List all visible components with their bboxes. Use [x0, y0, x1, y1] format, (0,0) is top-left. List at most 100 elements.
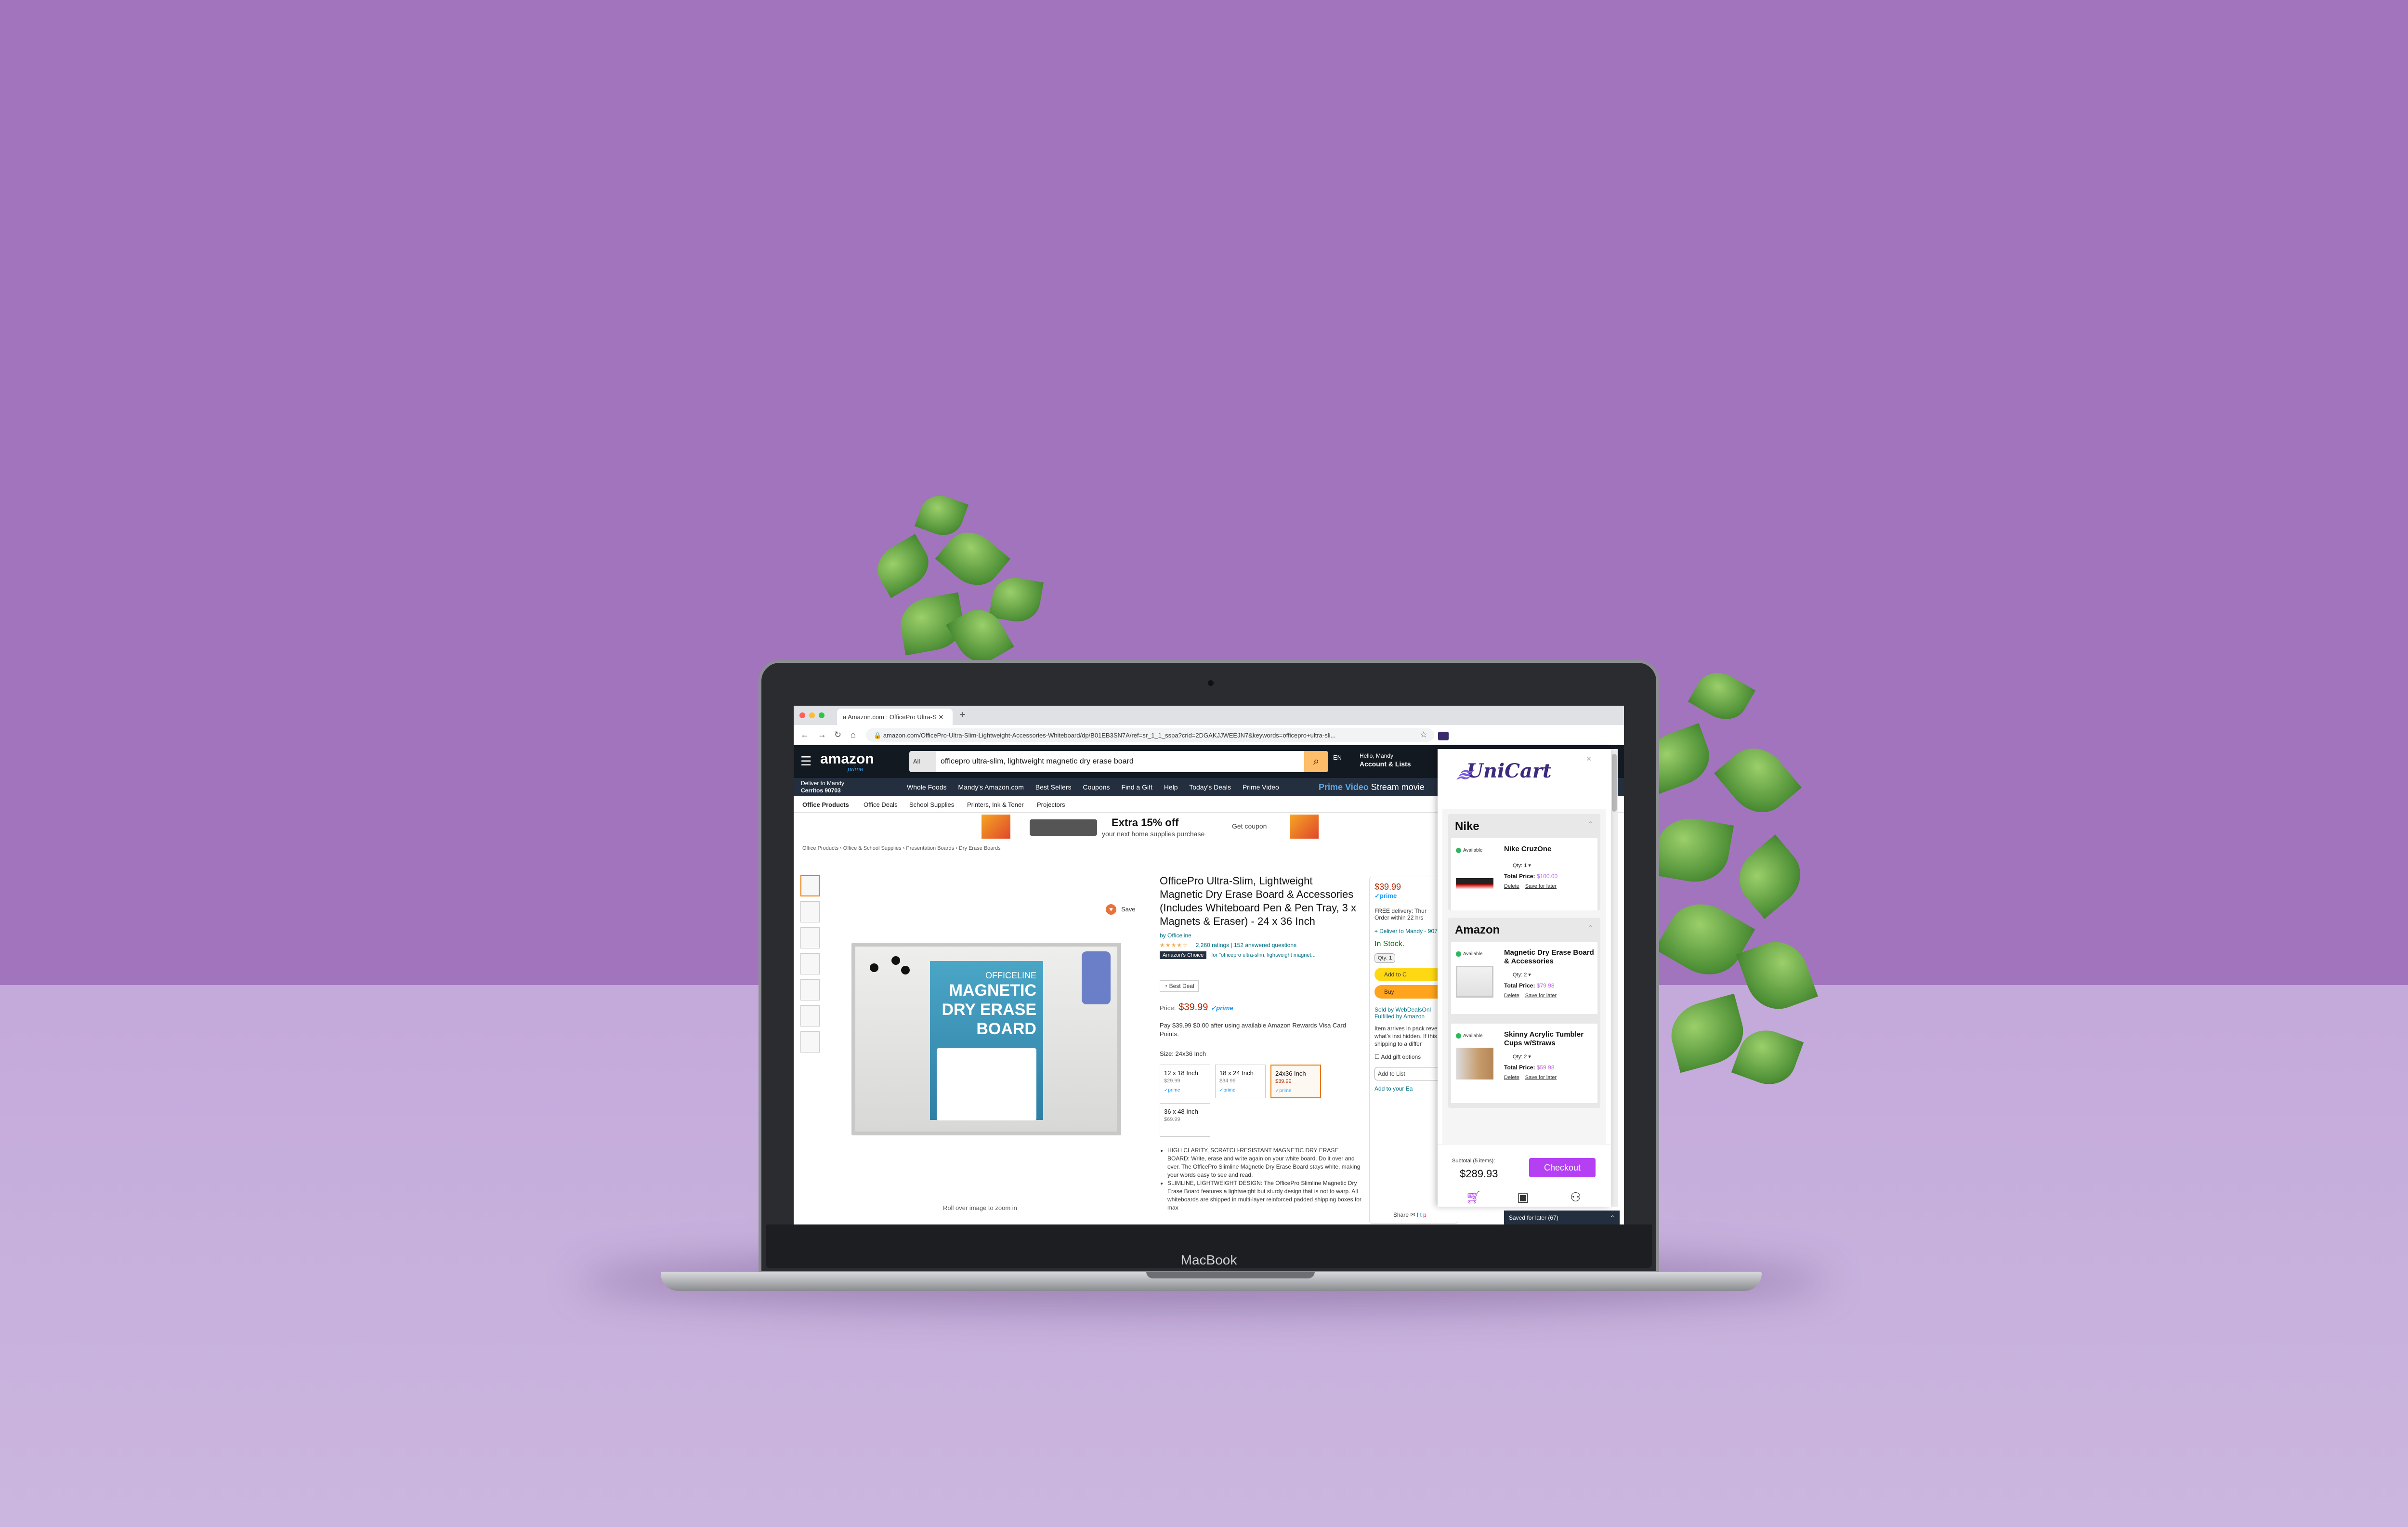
user-profile-icon[interactable]: ⚇: [1570, 1190, 1581, 1205]
search-input[interactable]: officepro ultra-slim, lightweight magnet…: [941, 757, 1134, 766]
home-icon[interactable]: ⌂: [851, 730, 856, 740]
search-category-select[interactable]: All: [909, 751, 936, 772]
page-scrollbar[interactable]: [1611, 749, 1618, 1207]
bottom-tab-bar: 🛒︎ ▣ ⚇: [1438, 1190, 1611, 1207]
chevron-up-icon[interactable]: ⌃: [1587, 820, 1594, 829]
size-option-36x48[interactable]: 36 x 48 Inch $69.99: [1160, 1103, 1210, 1137]
subnav-office-products[interactable]: Office Products: [802, 801, 849, 808]
product-thumbnail[interactable]: [800, 1005, 820, 1027]
quantity-dropdown[interactable]: Qty: 2 ▾: [1513, 972, 1531, 978]
price-label: Price:: [1160, 1004, 1176, 1012]
deliver-location: Cerritos 90703: [801, 787, 841, 794]
unicart-extension-icon[interactable]: [1438, 732, 1449, 740]
choice-badge: Amazon's Choice: [1160, 951, 1207, 959]
language-selector[interactable]: EN: [1333, 754, 1342, 761]
quantity-dropdown[interactable]: Qty: 2 ▾: [1513, 1053, 1531, 1060]
subnav-school-supplies[interactable]: School Supplies: [909, 801, 954, 808]
prime-video-promo[interactable]: Prime Video Stream movie: [1319, 782, 1425, 792]
size-option-24x36[interactable]: 24x36 Inch $39.99 ✓prime: [1270, 1065, 1321, 1098]
save-for-later-link[interactable]: Save for later: [1525, 1075, 1557, 1080]
search-icon[interactable]: ⌕: [1304, 751, 1328, 772]
saved-box-icon[interactable]: ▣: [1517, 1190, 1529, 1205]
cart-icon[interactable]: 🛒︎: [1466, 1190, 1481, 1205]
feature-bullet: SLIMLINE, LIGHTWEIGHT DESIGN: The Office…: [1167, 1179, 1362, 1212]
product-thumbnail[interactable]: [800, 875, 820, 896]
cart-item: Available Nike CruzOne Qty: 1 ▾ Total Pr…: [1451, 838, 1597, 910]
save-for-later-link[interactable]: Save for later: [1525, 993, 1557, 999]
coupon-banner[interactable]: Extra 15% off your next home supplies pu…: [982, 815, 1319, 839]
product-thumbnail[interactable]: [800, 979, 820, 1000]
page-scrollbar-thumb[interactable]: [1612, 754, 1617, 812]
twitter-icon[interactable]: t: [1420, 1211, 1421, 1218]
main-product-image[interactable]: OFFICELINE MAGNETIC DRY ERASE BOARD: [851, 943, 1121, 1135]
quantity-select[interactable]: Qty: 1: [1374, 953, 1396, 963]
subnav-printers[interactable]: Printers, Ink & Toner: [967, 801, 1024, 808]
minimize-window-button[interactable]: [809, 712, 815, 718]
zoom-hint: Roll over image to zoom in: [943, 1204, 1017, 1211]
subnav-office-deals[interactable]: Office Deals: [864, 801, 898, 808]
rating-row: ★★★★☆ 2,260 ratings | 152 answered questi…: [1160, 942, 1297, 948]
laptop-screen: a Amazon.com : OfficePro Ultra-S ✕ + ← →…: [794, 706, 1624, 1224]
address-bar[interactable]: 🔒 amazon.com/OfficePro-Ultra-Slim-Lightw…: [866, 728, 1434, 742]
size-option-prime: ✓prime: [1219, 1088, 1236, 1093]
delete-link[interactable]: Delete: [1504, 883, 1519, 889]
total-price-value: $79.98: [1536, 982, 1555, 989]
delete-link[interactable]: Delete: [1504, 1075, 1519, 1080]
back-arrow-icon[interactable]: ←: [800, 730, 809, 740]
product-thumbnail[interactable]: [800, 927, 820, 948]
nav-link-whole-foods[interactable]: Whole Foods: [907, 783, 946, 791]
deliver-to-location[interactable]: Deliver to Mandy Cerritos 90703: [801, 780, 844, 794]
total-price-value: $100.00: [1536, 873, 1558, 880]
availability-status: Available: [1456, 848, 1482, 853]
product-thumbnail[interactable]: [800, 1031, 820, 1053]
save-button[interactable]: ♥ Save: [1106, 904, 1136, 915]
email-icon[interactable]: ✉: [1410, 1211, 1415, 1218]
nav-link-prime-video[interactable]: Prime Video: [1243, 783, 1279, 791]
account-lists-label: Account & Lists: [1360, 760, 1411, 768]
hamburger-menu-icon[interactable]: ☰: [800, 754, 811, 769]
close-window-button[interactable]: [799, 712, 805, 718]
bookmark-star-icon[interactable]: ☆: [1420, 730, 1427, 740]
nav-link-help[interactable]: Help: [1164, 783, 1178, 791]
account-menu[interactable]: Hello, Mandy Account & Lists: [1360, 752, 1411, 769]
nav-link-coupons[interactable]: Coupons: [1083, 783, 1110, 791]
lock-icon: 🔒: [874, 732, 883, 739]
brand-link[interactable]: by Officeline: [1160, 932, 1191, 939]
quantity-dropdown[interactable]: Qty: 1 ▾: [1513, 862, 1531, 869]
product-thumbnail[interactable]: [800, 953, 820, 974]
amazon-logo[interactable]: amazon: [820, 751, 874, 767]
nav-link-best-sellers[interactable]: Best Sellers: [1035, 783, 1072, 791]
subnav-projectors[interactable]: Projectors: [1037, 801, 1065, 808]
get-coupon-link[interactable]: Get coupon: [1232, 822, 1267, 830]
nav-link-todays-deals[interactable]: Today's Deals: [1189, 783, 1231, 791]
browser-tab[interactable]: a Amazon.com : OfficePro Ultra-S ✕: [837, 709, 953, 725]
cart-footer: Subtotal (5 items): $289.93 Checkout 🛒︎ …: [1438, 1144, 1611, 1207]
choice-keyword-link[interactable]: for "officepro ultra-slim, lightweight m…: [1211, 952, 1315, 958]
pinterest-icon[interactable]: p: [1423, 1211, 1426, 1218]
nav-link-mandys-amazon[interactable]: Mandy's Amazon.com: [958, 783, 1024, 791]
nav-link-find-a-gift[interactable]: Find a Gift: [1121, 783, 1152, 791]
reload-icon[interactable]: ↻: [834, 730, 841, 740]
checkout-button[interactable]: Checkout: [1529, 1158, 1596, 1177]
breadcrumb[interactable]: Office Products › Office & School Suppli…: [802, 845, 1001, 851]
delete-link[interactable]: Delete: [1504, 993, 1519, 999]
unicart-logo: ≋ UniCart: [1453, 760, 1551, 785]
webcam: [1208, 680, 1214, 686]
product-thumbnail[interactable]: [800, 901, 820, 922]
answered-questions-link[interactable]: 152 answered questions: [1234, 942, 1296, 948]
size-option-18x24[interactable]: 18 x 24 Inch $34.99 ✓prime: [1215, 1065, 1266, 1098]
close-icon[interactable]: ✕: [1586, 755, 1592, 763]
saved-for-later-bar[interactable]: Saved for later (67) ⌃: [1504, 1211, 1620, 1224]
facebook-icon[interactable]: f: [1417, 1211, 1418, 1218]
star-rating-icon[interactable]: ★★★★☆: [1160, 942, 1188, 948]
chevron-up-icon[interactable]: ⌃: [1587, 923, 1594, 933]
new-tab-button[interactable]: +: [960, 710, 966, 721]
size-option-price: $34.99: [1219, 1078, 1236, 1084]
amazon-search: All officepro ultra-slim, lightweight ma…: [909, 751, 1328, 772]
size-option-12x18[interactable]: 12 x 18 Inch $29.99 ✓prime: [1160, 1065, 1210, 1098]
ratings-link[interactable]: 2,260 ratings: [1196, 942, 1229, 948]
save-for-later-link[interactable]: Save for later: [1525, 883, 1557, 889]
maximize-window-button[interactable]: [819, 712, 824, 718]
forward-arrow-icon[interactable]: →: [818, 730, 826, 740]
size-option-price: $39.99: [1275, 1079, 1292, 1084]
